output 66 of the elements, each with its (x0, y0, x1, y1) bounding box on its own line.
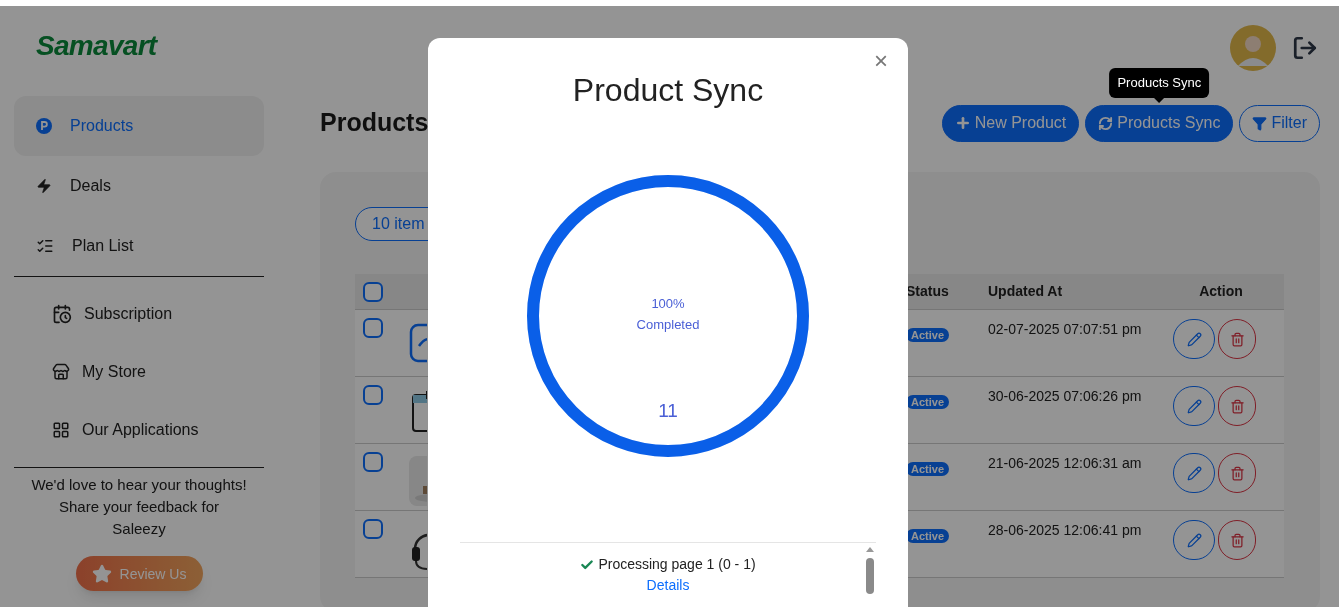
plus-icon (954, 115, 971, 131)
lightning-icon (36, 178, 52, 194)
edit-button[interactable] (1173, 453, 1215, 493)
updated-at-cell-text: 30-06-2025 07:06:26 pm (988, 387, 1143, 406)
progress-percent: 100% (651, 295, 685, 313)
edit-button[interactable] (1173, 386, 1215, 426)
sidebar-item[interactable]: My Store (14, 343, 264, 401)
delete-button[interactable] (1218, 520, 1256, 560)
sidebar-item[interactable]: Plan List (14, 216, 264, 276)
feedback-text: Saleezy (112, 519, 166, 539)
trash-icon (1229, 331, 1245, 347)
updated-at-cell-text: 02-07-2025 07:07:51 pm (988, 320, 1143, 339)
checkbox[interactable] (363, 519, 383, 539)
delete-button[interactable] (1218, 319, 1256, 359)
updated-at-cell-text: 21-06-2025 12:06:31 am (988, 454, 1143, 473)
action-button[interactable]: Filter (1239, 104, 1320, 142)
scrollbar[interactable] (864, 547, 876, 594)
checkbox[interactable] (363, 281, 383, 302)
column-header: Status (906, 282, 950, 301)
edit-icon (1186, 331, 1202, 347)
modal-title: Product Sync (572, 71, 764, 110)
feedback-text: Share your feedback for (58, 497, 220, 517)
store-icon (52, 363, 70, 381)
checkbox[interactable] (363, 318, 383, 338)
status-badge: Active (906, 395, 950, 409)
star-icon (91, 563, 112, 584)
logout-icon[interactable] (1292, 35, 1318, 61)
p-circle-icon (36, 118, 52, 134)
edit-button[interactable] (1173, 520, 1215, 560)
trash-icon (1229, 532, 1245, 548)
checkbox[interactable] (363, 385, 383, 405)
action-button[interactable]: New Product (941, 104, 1080, 142)
status-badge: Active (906, 529, 950, 543)
status-badge: Active (906, 462, 950, 476)
trash-icon (1229, 398, 1245, 414)
filter-icon (1252, 115, 1268, 131)
delete-button[interactable] (1218, 453, 1256, 493)
edit-icon (1186, 398, 1202, 414)
edit-icon (1186, 465, 1202, 481)
updated-at-cell-text: 28-06-2025 12:06:41 pm (988, 521, 1143, 540)
column-header: Updated At (988, 282, 1064, 301)
apps-grid-icon (52, 421, 70, 439)
close-button[interactable]: × (874, 48, 888, 74)
checkbox[interactable] (363, 452, 383, 472)
sync-count: 11 (658, 399, 678, 423)
column-header: Action (1198, 282, 1244, 301)
list-icon (36, 237, 54, 255)
details-link[interactable]: Details (646, 575, 690, 596)
action-button[interactable]: Products Sync (1085, 104, 1234, 142)
edit-icon (1186, 532, 1202, 548)
calendar-clock-icon (52, 304, 72, 324)
log-entry: Processing page 1 (0 - 1) (580, 554, 756, 575)
trash-icon (1229, 465, 1245, 481)
feedback-text: We'd love to hear your thoughts! (31, 475, 247, 495)
progress-label: Completed (636, 316, 700, 334)
avatar (1230, 25, 1276, 71)
page-title: Products (320, 107, 429, 139)
logo: Samavart (36, 29, 157, 63)
status-badge: Active (906, 328, 950, 342)
delete-button[interactable] (1218, 386, 1256, 426)
sidebar-item[interactable]: Subscription (14, 285, 264, 343)
edit-button[interactable] (1173, 319, 1215, 359)
refresh-icon (1098, 115, 1114, 131)
sidebar-item[interactable]: Deals (14, 156, 264, 216)
sidebar-item[interactable]: Products (14, 96, 264, 156)
sidebar-item[interactable]: Our Applications (14, 401, 264, 459)
